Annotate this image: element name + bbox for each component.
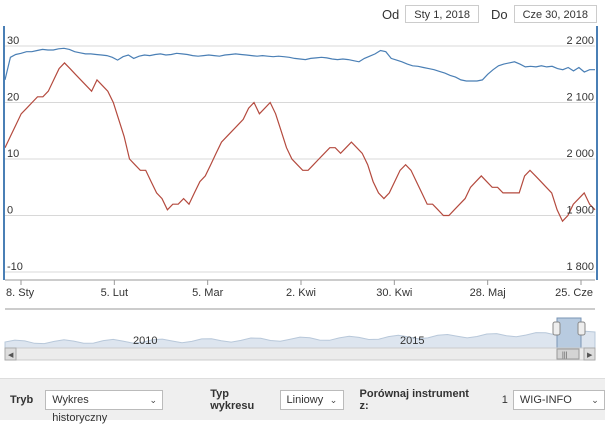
from-label: Od [381,6,400,22]
right-tick-label: 1 900 [566,205,594,217]
chevron-down-icon: ⌄ [591,394,599,405]
chart-area[interactable]: 3020100-10 2 2002 1002 0001 9001 800 8. … [0,26,605,376]
type-select[interactable]: Liniowy ⌄ [279,389,344,410]
scrollbar-thumb[interactable] [556,348,580,360]
left-tick-label: 30 [7,35,19,47]
type-group: Typ wykresu Liniowy ⌄ [210,387,344,412]
navigator-right-handle[interactable] [577,321,586,336]
navigator-selection[interactable] [556,317,582,349]
navigator[interactable]: 2010 2015 ◀ ||| ▶ [4,308,596,361]
navigator-year-2015: 2015 [400,335,424,347]
mode-select[interactable]: Wykres historyczny ⌄ [45,389,164,424]
left-tick-label: 10 [7,148,19,160]
x-tick-label: 2. Kwi [286,287,316,299]
from-date-input[interactable]: Sty 1, 2018 [405,5,479,23]
right-tick-label: 2 100 [566,92,594,104]
to-label: Do [490,6,508,22]
chevron-left-icon: ◀ [8,352,14,359]
type-label: Typ wykresu [210,387,255,412]
scrollbar-grip-icon: ||| [562,352,568,359]
left-tick-label: 0 [7,205,13,217]
plot-background [5,26,597,280]
navigator-left-handle[interactable] [552,321,561,336]
compare-label: Porównaj instrument z: [359,387,469,412]
mode-value: Wykres historyczny [52,393,108,424]
x-tick-label: 5. Lut [101,287,129,299]
compare-select[interactable]: WIG-INFO ⌄ [512,389,605,410]
compare-group: Porównaj instrument z: 1 WIG-INFO ⌄ [360,388,605,412]
right-tick-label: 2 000 [566,148,594,160]
scrollbar-track[interactable] [4,347,596,361]
chart-toolbar: Tryb Wykres historyczny ⌄ Typ wykresu Li… [0,378,605,424]
x-tick-label: 5. Mar [192,287,224,299]
navigator-series [4,330,596,349]
x-tick-label: 30. Kwi [376,287,412,299]
left-tick-label: 20 [7,92,19,104]
compare-index: 1 [501,393,508,406]
compare-value: WIG-INFO [519,393,572,406]
right-tick-label: 1 800 [566,261,594,273]
left-tick-label: -10 [7,261,23,273]
to-date-input[interactable]: Cze 30, 2018 [513,5,597,23]
date-range: Od Sty 1, 2018 Do Cze 30, 2018 [376,4,597,24]
type-value: Liniowy [286,393,324,406]
x-axis: 8. Sty 5. Lut 5. Mar 2. Kwi 30. Kwi 28. Maj 25… [6,280,593,299]
chevron-right-icon: ▶ [587,352,593,359]
x-tick-label: 25. Cze [555,287,593,299]
chevron-down-icon: ⌄ [329,394,338,405]
chevron-down-icon: ⌄ [149,394,157,405]
x-tick-label: 8. Sty [6,287,35,299]
x-tick-label: 28. Maj [470,287,506,299]
mode-label: Tryb [10,393,34,406]
right-tick-label: 2 200 [566,35,594,47]
navigator-year-2010: 2010 [133,335,157,347]
mode-group: Tryb Wykres historyczny ⌄ [10,389,164,424]
